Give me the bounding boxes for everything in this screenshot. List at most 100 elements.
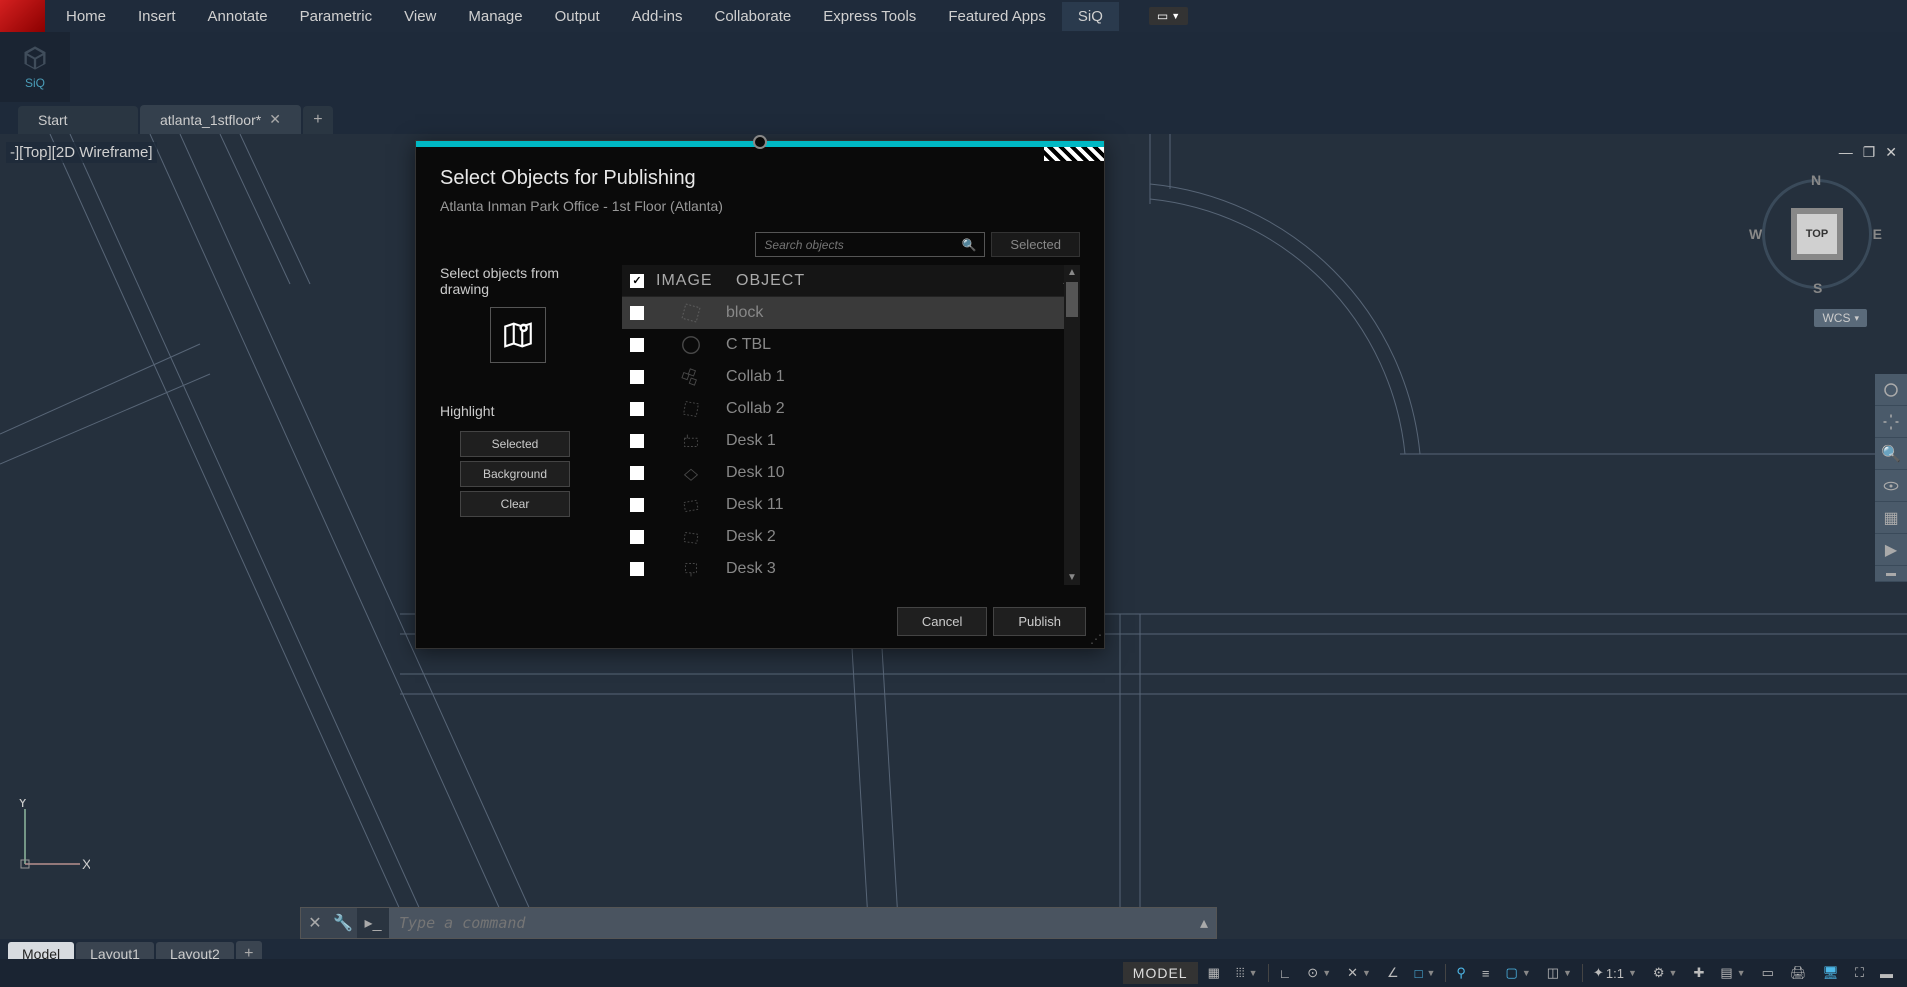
viewcube-west[interactable]: W xyxy=(1749,226,1762,242)
lock-ui-icon[interactable]: 🖨 xyxy=(1784,963,1813,983)
nav-orbit-icon[interactable] xyxy=(1875,470,1907,502)
wcs-dropdown[interactable]: WCS▾ xyxy=(1814,309,1867,327)
grid-display-icon[interactable]: ▦ xyxy=(1202,963,1226,983)
scroll-thumb[interactable] xyxy=(1066,282,1078,317)
file-tab-atlanta[interactable]: atlanta_1stfloor* ✕ xyxy=(140,105,301,134)
close-icon[interactable]: ✕ xyxy=(269,111,281,128)
row-checkbox[interactable] xyxy=(630,562,644,576)
nav-zoom-icon[interactable]: 🔍 xyxy=(1875,438,1907,470)
table-row[interactable]: Desk 11 xyxy=(622,489,1064,521)
search-input[interactable] xyxy=(764,238,954,252)
ribbon-featured-apps[interactable]: Featured Apps xyxy=(932,2,1062,31)
quick-properties-icon[interactable]: ▭ xyxy=(1756,963,1780,983)
close-icon[interactable]: ✕ xyxy=(1885,144,1897,161)
search-icon[interactable]: 🔍 xyxy=(961,238,976,252)
nav-expand-icon[interactable]: ▬ xyxy=(1875,566,1907,582)
row-checkbox[interactable] xyxy=(630,338,644,352)
row-checkbox[interactable] xyxy=(630,434,644,448)
row-checkbox[interactable] xyxy=(630,370,644,384)
viewcube-face-top[interactable]: TOP xyxy=(1797,214,1837,254)
row-checkbox[interactable] xyxy=(630,402,644,416)
table-row[interactable]: Desk 10 xyxy=(622,457,1064,489)
command-close-icon[interactable]: ✕ xyxy=(301,913,329,933)
highlight-selected-button[interactable]: Selected xyxy=(460,431,570,457)
row-checkbox[interactable] xyxy=(630,530,644,544)
ribbon-siq[interactable]: SiQ xyxy=(1062,2,1119,31)
viewcube-south[interactable]: S xyxy=(1813,280,1822,296)
view-selected-button[interactable]: Selected xyxy=(991,232,1080,257)
ribbon-parametric[interactable]: Parametric xyxy=(284,2,389,31)
table-row[interactable]: Desk 1 xyxy=(622,425,1064,457)
dialog-grip-icon[interactable] xyxy=(753,135,767,149)
ribbon-annotate[interactable]: Annotate xyxy=(192,2,284,31)
select-from-drawing-button[interactable] xyxy=(490,307,546,363)
table-row[interactable]: Desk 2 xyxy=(622,521,1064,553)
ribbon-output[interactable]: Output xyxy=(539,2,616,31)
units-icon[interactable]: ▤▼ xyxy=(1714,963,1751,983)
command-customize-icon[interactable]: 🔧 xyxy=(329,913,357,933)
viewcube-east[interactable]: E xyxy=(1873,226,1882,242)
siq-panel-button[interactable]: SiQ xyxy=(0,32,70,102)
ucs-icon[interactable]: Y X xyxy=(10,799,90,879)
publish-button[interactable]: Publish xyxy=(993,607,1086,636)
annotation-icon[interactable]: ⚲ xyxy=(1450,963,1472,983)
ribbon-express-tools[interactable]: Express Tools xyxy=(807,2,932,31)
table-scrollbar[interactable]: ▲ ▼ xyxy=(1064,265,1080,585)
clean-screen-icon[interactable]: ▬ xyxy=(1874,964,1899,983)
scroll-up-icon[interactable]: ▲ xyxy=(1064,265,1080,280)
viewcube[interactable]: TOP N S E W xyxy=(1757,174,1877,294)
column-object[interactable]: OBJECT xyxy=(736,272,1061,290)
snap-mode-icon[interactable]: ⦙⦙⦙▼ xyxy=(1230,963,1264,983)
add-tab-button[interactable]: + xyxy=(303,106,333,134)
ribbon-extra-dropdown[interactable]: ▭ ▼ xyxy=(1149,7,1188,25)
viewcube-north[interactable]: N xyxy=(1811,172,1821,188)
ribbon-view[interactable]: View xyxy=(388,2,452,31)
annotation-scale[interactable]: ✦ 1:1▼ xyxy=(1587,963,1643,983)
highlight-background-button[interactable]: Background xyxy=(460,461,570,487)
table-row[interactable]: C TBL xyxy=(622,329,1064,361)
ribbon-insert[interactable]: Insert xyxy=(122,2,192,31)
select-all-checkbox[interactable]: ✓ xyxy=(630,274,644,288)
command-history-icon[interactable]: ▴ xyxy=(1192,908,1216,938)
column-image[interactable]: IMAGE xyxy=(656,272,736,290)
workspace-icon[interactable]: ⚙▼ xyxy=(1647,963,1684,983)
table-row[interactable]: Collab 2 xyxy=(622,393,1064,425)
cancel-button[interactable]: Cancel xyxy=(897,607,987,636)
row-checkbox[interactable] xyxy=(630,306,644,320)
selection-cycling-icon[interactable]: ◫▼ xyxy=(1541,963,1578,983)
polar-icon[interactable]: ⊙▼ xyxy=(1301,963,1337,983)
minimize-icon[interactable]: — xyxy=(1839,144,1853,161)
file-tab-start[interactable]: Start xyxy=(18,106,138,134)
table-row[interactable]: Collab 1 xyxy=(622,361,1064,393)
ribbon-home[interactable]: Home xyxy=(50,2,122,31)
isolate-objects-icon[interactable]: ⛶ xyxy=(1849,963,1870,983)
resize-grip-icon[interactable]: ⋰ xyxy=(1090,632,1102,646)
lineweight-icon[interactable]: ≡ xyxy=(1476,964,1496,983)
view-label[interactable]: -][Top][2D Wireframe] xyxy=(6,142,157,163)
dialog-titlebar[interactable] xyxy=(416,141,1104,147)
isodraft-icon[interactable]: ✕▼ xyxy=(1341,963,1377,983)
status-model-button[interactable]: MODEL xyxy=(1123,962,1198,984)
transparency-icon[interactable]: ▢▼ xyxy=(1500,963,1537,983)
row-checkbox[interactable] xyxy=(630,498,644,512)
ribbon-addins[interactable]: Add-ins xyxy=(616,2,699,31)
osnap-icon[interactable]: ∠ xyxy=(1381,963,1405,983)
graphics-performance-icon[interactable]: 🖥 xyxy=(1816,963,1845,983)
restore-icon[interactable]: ❐ xyxy=(1863,144,1876,161)
scroll-down-icon[interactable]: ▼ xyxy=(1064,570,1080,585)
app-logo[interactable] xyxy=(0,0,45,32)
nav-showmotion-icon[interactable]: ▦ xyxy=(1875,502,1907,534)
nav-pan-icon[interactable] xyxy=(1875,406,1907,438)
command-input[interactable] xyxy=(389,908,1192,938)
annotation-monitor-icon[interactable]: ✚ xyxy=(1687,963,1710,983)
nav-play-icon[interactable]: ▶ xyxy=(1875,534,1907,566)
ortho-icon[interactable]: ∟ xyxy=(1273,964,1298,983)
highlight-clear-button[interactable]: Clear xyxy=(460,491,570,517)
object-snap-icon[interactable]: □▼ xyxy=(1409,964,1442,983)
nav-wheel-icon[interactable] xyxy=(1875,374,1907,406)
table-row[interactable]: Desk 3 xyxy=(622,553,1064,585)
table-row[interactable]: block xyxy=(622,297,1064,329)
ribbon-manage[interactable]: Manage xyxy=(452,2,538,31)
ribbon-collaborate[interactable]: Collaborate xyxy=(698,2,807,31)
row-checkbox[interactable] xyxy=(630,466,644,480)
